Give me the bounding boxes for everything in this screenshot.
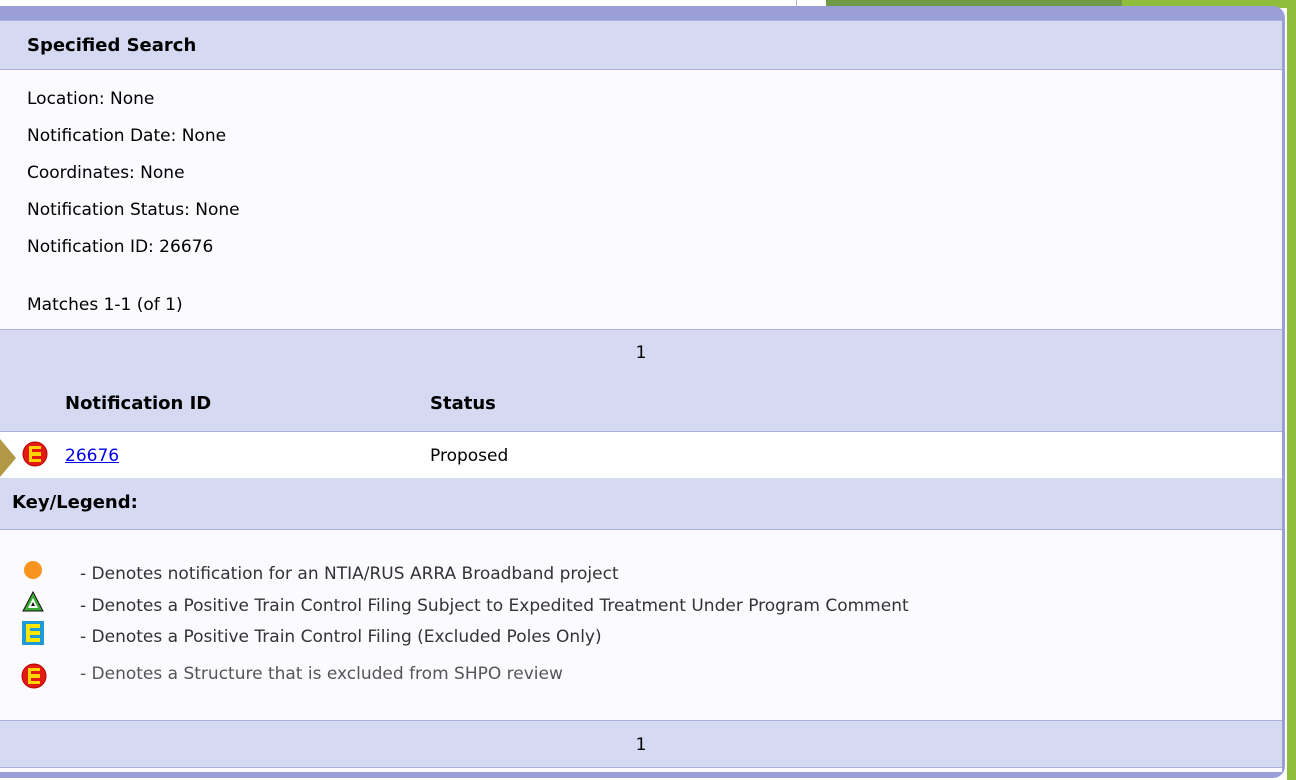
legend-item-broadband: - Denotes notification for an NTIA/RUS A… (80, 564, 619, 584)
table-header: Notification ID Status (0, 376, 1282, 432)
notification-status: Proposed (430, 446, 509, 466)
pagination-top: 1 (0, 329, 1282, 377)
excluded-structure-icon (22, 441, 48, 467)
orange-circle-icon (24, 561, 42, 579)
ptc-triangle-icon (22, 591, 44, 612)
column-header-status[interactable]: Status (430, 393, 496, 414)
page-link-1[interactable]: 1 (0, 343, 1282, 363)
legend-header: Key/Legend: (0, 478, 1282, 530)
matches-count: Matches 1-1 (of 1) (27, 295, 183, 315)
ptc-excluded-poles-icon (22, 621, 44, 645)
criteria-location: Location: None (27, 89, 155, 109)
criteria-notification-date: Notification Date: None (27, 126, 227, 146)
legend-item-ptc-excluded-poles: - Denotes a Positive Train Control Filin… (80, 627, 602, 647)
table-row: 26676 Proposed (0, 432, 1282, 478)
legend-item-ptc-expedited: - Denotes a Positive Train Control Filin… (80, 596, 909, 616)
legend-item-excluded-structure: - Denotes a Structure that is excluded f… (80, 664, 563, 684)
criteria-notification-id: Notification ID: 26676 (27, 237, 214, 257)
title-band: Specified Search (0, 20, 1282, 70)
page-title: Specified Search (27, 35, 197, 56)
pagination-bottom: 1 (0, 720, 1282, 768)
panel-body: Specified Search Location: None Notifica… (0, 20, 1282, 772)
page-link-1-bottom[interactable]: 1 (0, 735, 1282, 755)
search-results-panel: Specified Search Location: None Notifica… (0, 6, 1285, 778)
column-header-notification-id[interactable]: Notification ID (65, 393, 211, 414)
selection-arrow-icon (0, 439, 16, 477)
criteria-coordinates: Coordinates: None (27, 163, 185, 183)
legend-title: Key/Legend: (12, 492, 138, 513)
side-accent-bar (1287, 0, 1296, 780)
excluded-structure-icon (21, 663, 47, 689)
criteria-notification-status: Notification Status: None (27, 200, 240, 220)
notification-id-link[interactable]: 26676 (65, 446, 119, 466)
